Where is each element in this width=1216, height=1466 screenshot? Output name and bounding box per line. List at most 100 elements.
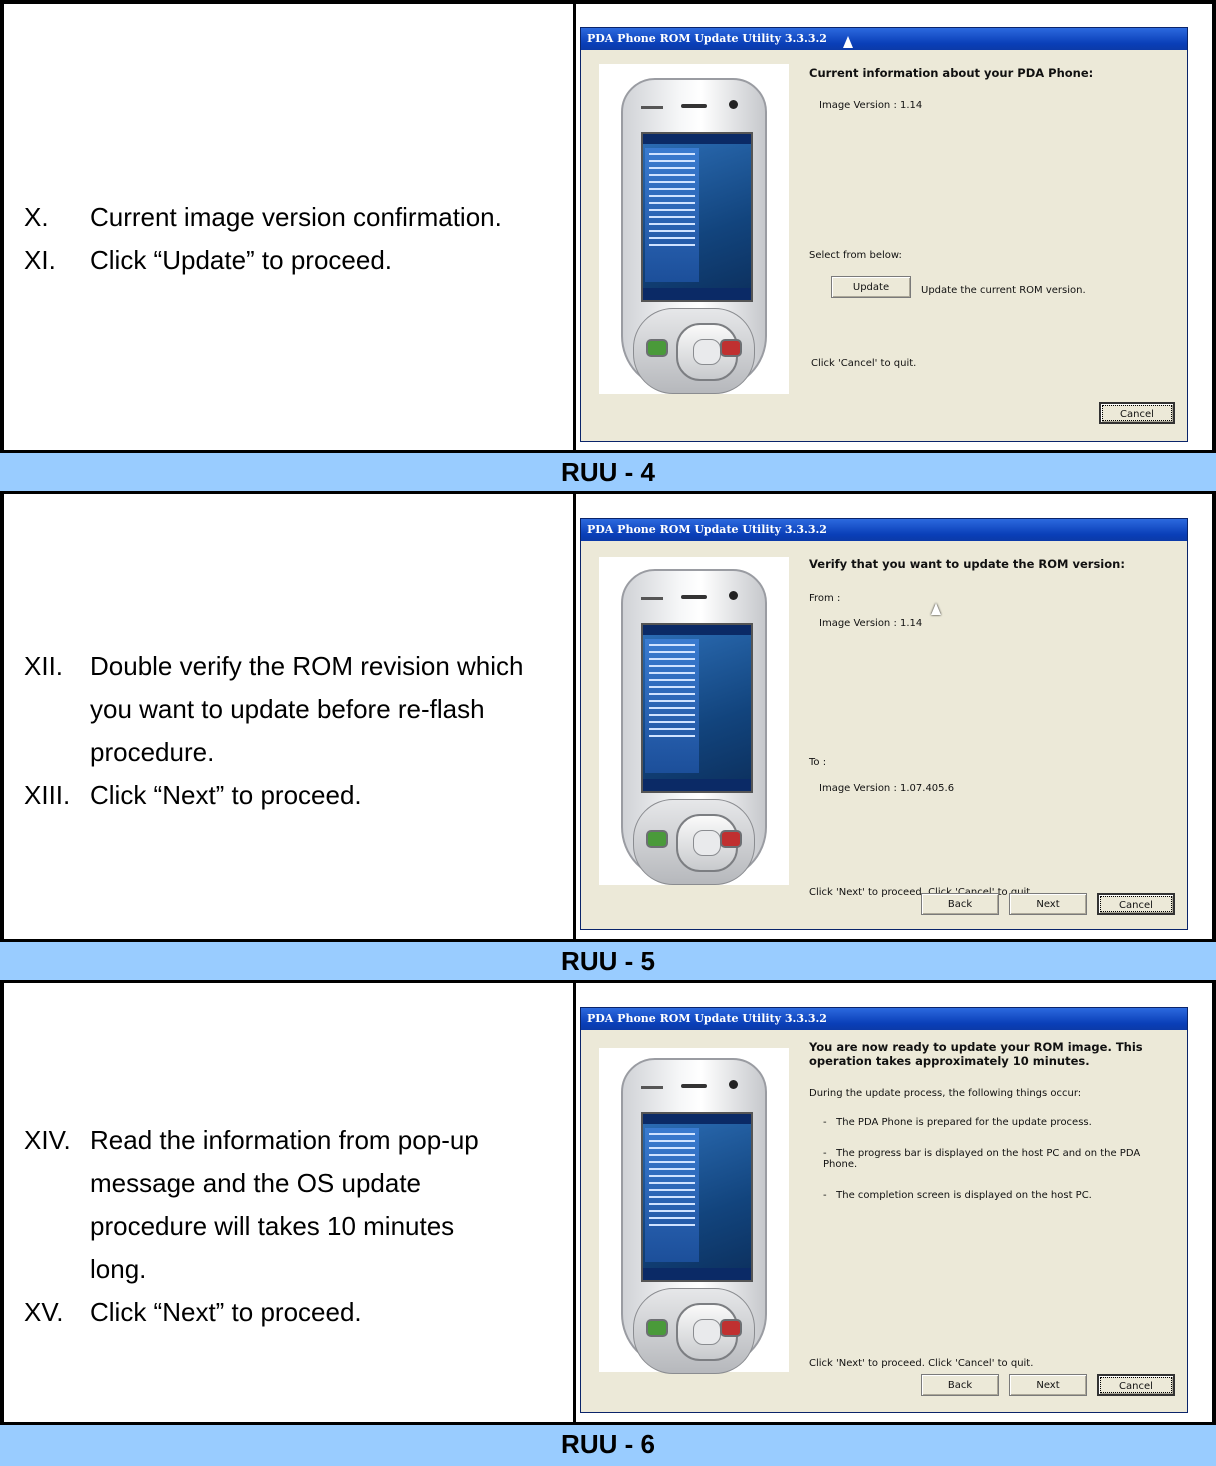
dialog-content: Verify that you want to update the ROM v… [809, 557, 1177, 898]
phone-screen [641, 132, 753, 302]
list-item: XIII. Click “Next” to proceed. [24, 774, 563, 817]
ruu-dialog-window: PDA Phone ROM Update Utility 3.3.3.2 Ver… [580, 518, 1188, 930]
step-number: XV. [24, 1297, 64, 1327]
cancel-button[interactable]: Cancel [1099, 402, 1175, 424]
instructions-cell: XII. Double verify the ROM revision which… [4, 491, 575, 939]
from-version: Image Version : 1.14 [819, 618, 923, 629]
end-call-button-icon [720, 830, 742, 848]
instructions-cell: XIV. Read the information from pop-up mes… [4, 980, 575, 1422]
pda-phone-icon [621, 569, 767, 885]
call-button-icon [646, 830, 668, 848]
cancel-hint: Click 'Cancel' to quit. [811, 358, 917, 369]
dialog-titlebar: PDA Phone ROM Update Utility 3.3.3.2 [581, 28, 1187, 50]
to-version: Image Version : 1.07.405.6 [819, 783, 955, 794]
list-item: XII. Double verify the ROM revision which… [24, 645, 563, 774]
end-call-button-icon [720, 1319, 742, 1337]
start-menu [645, 639, 699, 773]
speaker-icon [681, 104, 707, 108]
section-caption-bar: RUU - 4 [0, 450, 1216, 494]
dpad-center [693, 830, 721, 856]
dialog-heading: Current information about your PDA Phone… [809, 66, 1094, 80]
speaker-icon [681, 1084, 707, 1088]
image-version-text: Image Version : 1.14 [819, 100, 923, 111]
cancel-button[interactable]: Cancel [1097, 1374, 1175, 1396]
step-number: X. [24, 202, 49, 232]
mouse-cursor-icon [843, 36, 853, 48]
step-text: Read the information from pop-up message… [90, 1125, 479, 1284]
list-item: - The PDA Phone is prepared for the upda… [823, 1117, 1092, 1128]
to-label: To : [809, 757, 827, 768]
section-caption-bar: RUU - 6 [0, 1422, 1216, 1466]
dialog-heading: Verify that you want to update the ROM v… [809, 557, 1125, 571]
next-cancel-hint: Click 'Next' to proceed. Click 'Cancel' … [809, 1358, 1034, 1369]
step-text: Double verify the ROM revision which you… [90, 651, 524, 767]
list-item: XV. Click “Next” to proceed. [24, 1291, 563, 1334]
dpad-center [693, 339, 721, 365]
call-button-icon [646, 1319, 668, 1337]
dialog-titlebar: PDA Phone ROM Update Utility 3.3.3.2 [581, 519, 1187, 541]
soft-key-bar [643, 779, 751, 791]
navigation-pad [633, 308, 755, 394]
select-label: Select from below: [809, 250, 902, 261]
step-number: XII. [24, 651, 64, 681]
dialog-content: You are now ready to update your ROM ima… [809, 1040, 1177, 1369]
step-text: Click “Next” to proceed. [90, 780, 362, 810]
phone-screen [641, 623, 753, 793]
next-button[interactable]: Next [1009, 893, 1087, 915]
step-list: XIV. Read the information from pop-up mes… [24, 1119, 563, 1334]
bullet-text: The PDA Phone is prepared for the update… [836, 1117, 1092, 1128]
speaker-icon [681, 595, 707, 599]
step-list: X. Current image version confirmation. XI… [24, 196, 563, 282]
phone-screen [641, 1112, 753, 1282]
pda-phone-icon [621, 78, 767, 394]
list-item: - The completion screen is displayed on … [823, 1190, 1092, 1201]
list-item: X. Current image version confirmation. [24, 196, 563, 239]
navigation-pad [633, 799, 755, 885]
soft-key-bar [643, 288, 751, 300]
call-button-icon [646, 339, 668, 357]
pda-phone-icon [621, 1058, 767, 1374]
instructions-cell: X. Current image version confirmation. XI… [4, 4, 575, 453]
section-caption-bar: RUU - 5 [0, 939, 1216, 983]
brand-logo [641, 597, 663, 600]
bullet-text: The progress bar is displayed on the hos… [823, 1148, 1141, 1170]
status-bar [643, 134, 751, 144]
back-button[interactable]: Back [921, 893, 999, 915]
intro-text: During the update process, the following… [809, 1088, 1082, 1099]
brand-logo [641, 106, 663, 109]
list-item: XIV. Read the information from pop-up mes… [24, 1119, 563, 1291]
cancel-button[interactable]: Cancel [1097, 893, 1175, 915]
column-divider [573, 980, 576, 1422]
ruu-dialog-window: PDA Phone ROM Update Utility 3.3.3.2 You… [580, 1007, 1188, 1413]
back-button[interactable]: Back [921, 1374, 999, 1396]
navigation-pad [633, 1288, 755, 1374]
brand-logo [641, 1086, 663, 1089]
start-menu [645, 148, 699, 282]
phone-image [599, 64, 789, 394]
from-label: From : [809, 593, 841, 604]
camera-icon [729, 591, 738, 600]
step-number: XIII. [24, 780, 71, 810]
dpad-center [693, 1319, 721, 1345]
section-caption: RUU - 4 [561, 457, 655, 487]
step-text: Click “Next” to proceed. [90, 1297, 362, 1327]
step-text: Click “Update” to proceed. [90, 245, 393, 275]
phone-image [599, 557, 789, 885]
status-bar [643, 1114, 751, 1124]
status-bar [643, 625, 751, 635]
camera-icon [729, 100, 738, 109]
list-item: - The progress bar is displayed on the h… [823, 1148, 1141, 1170]
section-caption: RUU - 6 [561, 1429, 655, 1459]
step-list: XII. Double verify the ROM revision which… [24, 645, 563, 817]
list-item: XI. Click “Update” to proceed. [24, 239, 563, 282]
update-button[interactable]: Update [831, 276, 911, 298]
soft-key-bar [643, 1268, 751, 1280]
column-divider [573, 4, 576, 453]
next-button[interactable]: Next [1009, 1374, 1087, 1396]
step-number: XI. [24, 245, 56, 275]
section-caption: RUU - 5 [561, 946, 655, 976]
end-call-button-icon [720, 339, 742, 357]
camera-icon [729, 1080, 738, 1089]
step-text: Current image version confirmation. [90, 202, 502, 232]
column-divider [573, 491, 576, 939]
